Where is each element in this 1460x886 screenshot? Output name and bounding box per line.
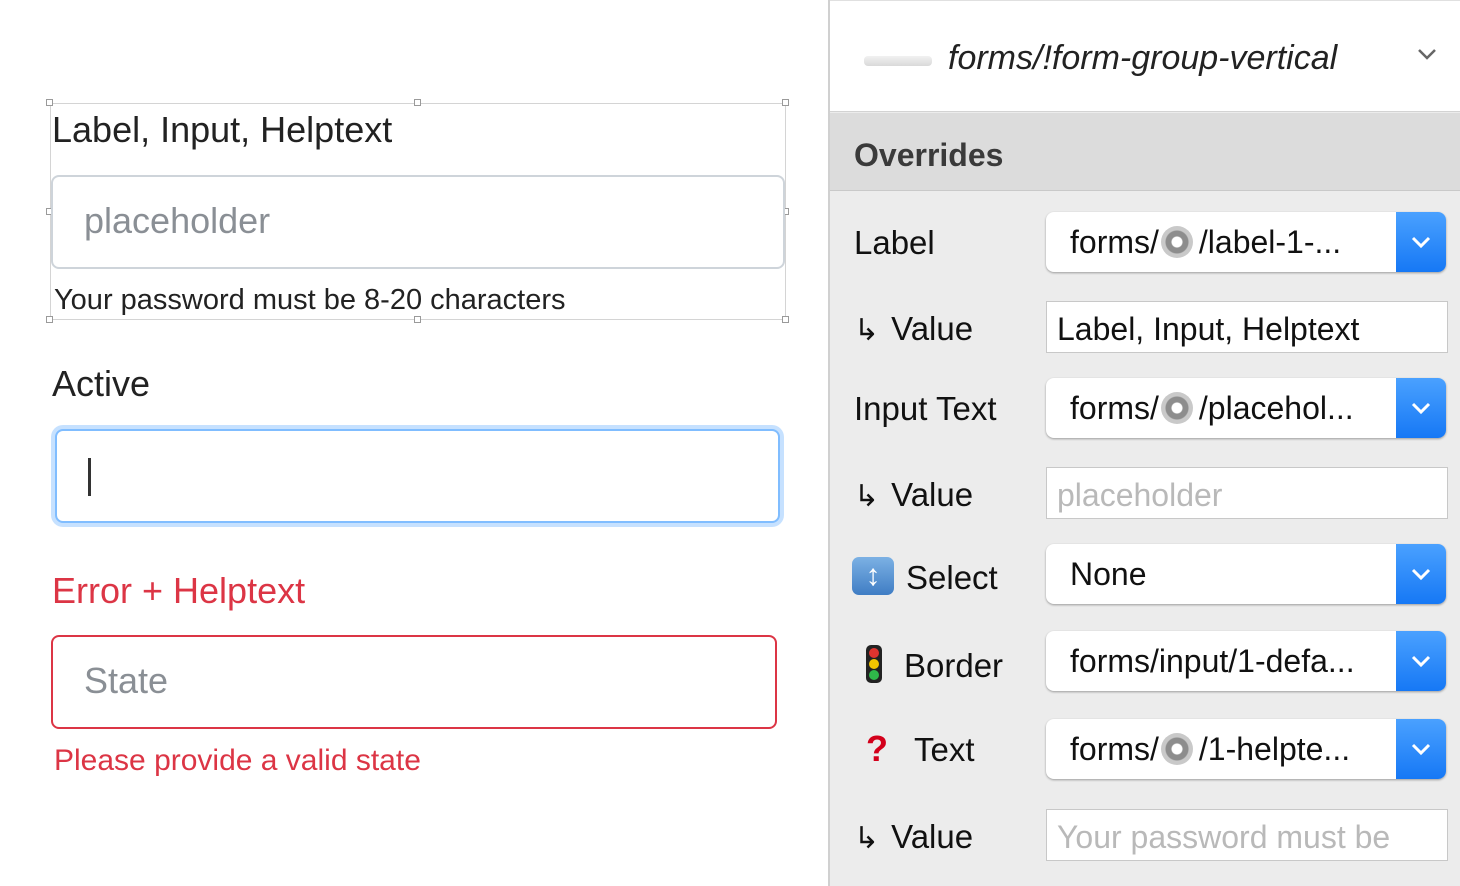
input-placeholder: placeholder bbox=[84, 200, 271, 241]
dropdown-suffix: /label-1-... bbox=[1198, 224, 1342, 260]
chevron-down-icon[interactable] bbox=[1416, 43, 1438, 65]
dropdown-button[interactable] bbox=[1396, 631, 1446, 691]
dropdown-button[interactable] bbox=[1396, 212, 1446, 272]
input-text-override-dropdown[interactable]: forms//placehol... bbox=[1046, 378, 1446, 438]
border-override-dropdown[interactable]: forms/input/1-defa... bbox=[1046, 631, 1446, 691]
chevron-down-icon bbox=[1411, 402, 1431, 415]
dropdown-prefix: forms/ bbox=[1070, 224, 1159, 260]
active-text-input[interactable] bbox=[55, 429, 780, 523]
override-value-label: ↳ Value bbox=[854, 476, 974, 513]
chevron-down-icon bbox=[1411, 568, 1431, 581]
override-row-label: Label bbox=[854, 224, 935, 261]
resize-handle-bottom-center[interactable] bbox=[414, 316, 421, 323]
label-override-dropdown[interactable]: forms/ /label-1-... bbox=[1046, 212, 1446, 272]
field-placeholder: placeholder bbox=[1057, 477, 1223, 513]
inspector-panel: forms/!form-group-vertical Overrides Lab… bbox=[828, 0, 1460, 886]
dropdown-value: None bbox=[1070, 556, 1147, 592]
overrides-title: Overrides bbox=[854, 137, 1004, 173]
dropdown-value: forms//1-helpte... bbox=[1070, 731, 1351, 767]
chevron-down-icon bbox=[1411, 743, 1431, 756]
design-canvas: Label, Input, Helptext placeholder Your … bbox=[0, 0, 828, 886]
override-input-text-label: Input Text bbox=[854, 390, 997, 427]
form-label: Label, Input, Helptext bbox=[52, 109, 393, 150]
override-text-label: ? Text bbox=[866, 728, 975, 769]
override-label-label: Label bbox=[854, 226, 935, 259]
resize-handle-top-right[interactable] bbox=[782, 99, 789, 106]
help-text: Your password must be 8-20 characters bbox=[54, 284, 566, 316]
override-border-label: Border bbox=[860, 645, 1003, 683]
field-placeholder: Your password must be bbox=[1057, 819, 1391, 855]
question-mark-icon: ? bbox=[866, 728, 888, 769]
symbol-thumbnail bbox=[864, 56, 932, 66]
field-value: Label, Input, Helptext bbox=[1057, 311, 1360, 347]
dropdown-button[interactable] bbox=[1396, 378, 1446, 438]
text-override-dropdown[interactable]: forms//1-helpte... bbox=[1046, 719, 1446, 779]
gear-icon bbox=[1160, 226, 1193, 258]
dropdown-value: forms/ /label-1-... bbox=[1070, 224, 1341, 261]
label-value-field[interactable]: Label, Input, Helptext bbox=[1046, 301, 1448, 353]
text-caret bbox=[88, 458, 91, 496]
dropdown-button[interactable] bbox=[1396, 544, 1446, 604]
symbol-name: forms/!form-group-vertical bbox=[948, 39, 1338, 77]
return-arrow-icon: ↳ bbox=[854, 314, 880, 347]
helptext-value-field[interactable]: Your password must be bbox=[1046, 809, 1448, 861]
chevron-down-icon bbox=[1411, 655, 1431, 668]
traffic-light-icon bbox=[866, 645, 882, 683]
select-arrows-icon bbox=[852, 557, 894, 595]
symbol-header[interactable]: forms/!form-group-vertical bbox=[830, 0, 1460, 112]
return-arrow-icon: ↳ bbox=[854, 822, 880, 855]
state-placeholder: State bbox=[84, 660, 169, 701]
resize-handle-top-left[interactable] bbox=[46, 99, 53, 106]
override-value-label: ↳ Value bbox=[854, 818, 974, 855]
placeholder-value-field[interactable]: placeholder bbox=[1046, 467, 1448, 519]
gear-icon bbox=[1160, 392, 1193, 424]
dropdown-value: forms//placehol... bbox=[1070, 390, 1354, 426]
active-label: Active bbox=[52, 363, 151, 404]
resize-handle-top-center[interactable] bbox=[414, 99, 421, 106]
error-label: Error + Helptext bbox=[52, 570, 306, 611]
chevron-down-icon bbox=[1411, 236, 1431, 249]
resize-handle-bottom-right[interactable] bbox=[782, 316, 789, 323]
override-select-label: Select bbox=[852, 557, 998, 595]
gear-icon bbox=[1160, 733, 1193, 765]
return-arrow-icon: ↳ bbox=[854, 480, 880, 513]
select-override-dropdown[interactable]: None bbox=[1046, 544, 1446, 604]
resize-handle-bottom-left[interactable] bbox=[46, 316, 53, 323]
dropdown-value: forms/input/1-defa... bbox=[1070, 643, 1355, 679]
dropdown-button[interactable] bbox=[1396, 719, 1446, 779]
error-message: Please provide a valid state bbox=[54, 744, 421, 777]
override-value-label: ↳ Value bbox=[854, 310, 974, 347]
